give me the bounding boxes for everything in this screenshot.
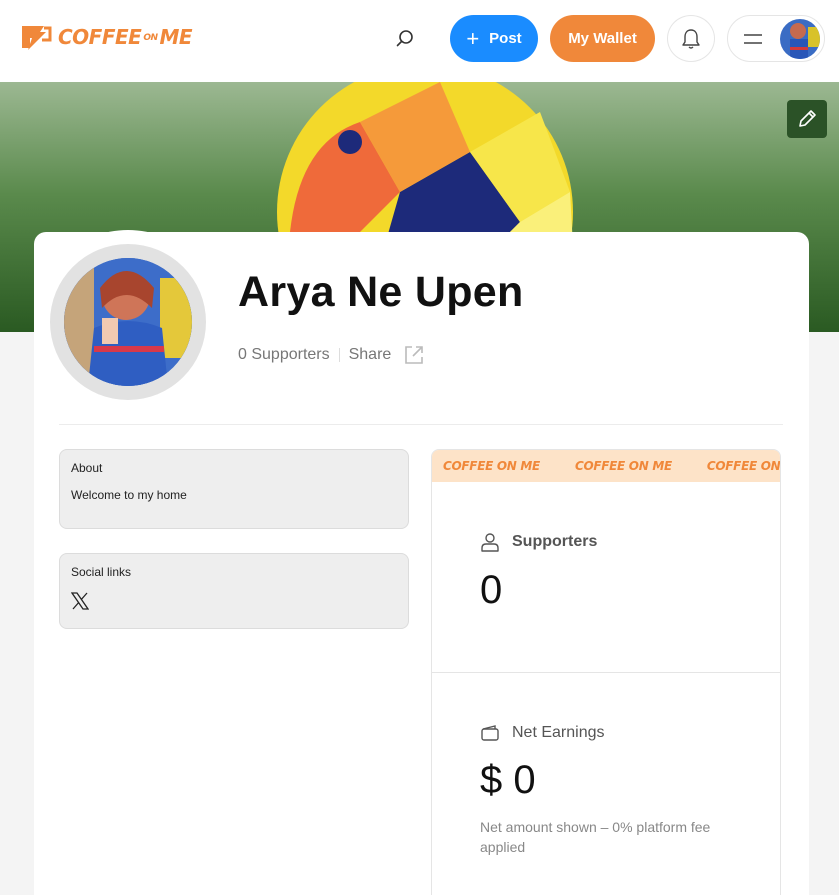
supporters-stat: Supporters 0 (432, 532, 780, 613)
search-button[interactable] (388, 22, 422, 56)
external-link-icon (405, 346, 424, 364)
search-icon (396, 30, 413, 47)
supporters-count: 0 Supporters (238, 346, 330, 363)
profile-meta: 0 Supporters Share (238, 344, 425, 366)
plus-icon: + (466, 25, 480, 51)
brand-ticker: COFFEE ON ME COFFEE ON ME COFFEE ON ME (432, 450, 780, 482)
about-section: About Welcome to my home (59, 449, 409, 529)
net-earnings-stat-value: $ 0 (480, 758, 536, 802)
supporters-stat-header: Supporters (480, 532, 780, 552)
social-links-title: Social links (71, 565, 132, 579)
social-links-section: Social links (59, 553, 409, 629)
bell-icon (682, 28, 700, 49)
post-button-label: Post (489, 30, 522, 47)
user-avatar (780, 19, 820, 59)
stats-panel: COFFEE ON ME COFFEE ON ME COFFEE ON ME S… (431, 449, 781, 895)
net-earnings-note: Net amount shown – 0% platform fee appli… (480, 819, 711, 855)
profile-name: Arya Ne Upen (238, 268, 524, 316)
meta-separator (338, 348, 340, 362)
stats-divider (432, 672, 780, 673)
section-divider (59, 424, 783, 425)
x-twitter-icon (70, 592, 90, 610)
top-header: COFFEE ON ME + Post My Wallet (0, 0, 839, 82)
net-earnings-stat: Net Earnings $ 0 Net amount shown – 0% p… (432, 724, 780, 857)
user-menu-button[interactable] (727, 15, 825, 62)
about-text: Welcome to my home (71, 488, 187, 502)
ticker-item: COFFEE ON ME (443, 459, 540, 473)
x-link[interactable] (70, 592, 91, 612)
pencil-icon (799, 110, 816, 127)
profile-card: Arya Ne Upen 0 Supporters Share About We… (34, 230, 809, 895)
net-earnings-stat-header: Net Earnings (480, 724, 780, 742)
ticker-item: COFFEE ON ME (574, 459, 672, 473)
wallet-icon (481, 725, 499, 741)
share-label: Share (348, 346, 392, 363)
ticker-item: COFFEE ON ME (706, 459, 780, 473)
my-wallet-label: My Wallet (568, 30, 637, 47)
about-title: About (71, 461, 103, 475)
hamburger-icon (744, 34, 762, 44)
user-icon (481, 533, 499, 552)
edit-cover-button[interactable] (787, 100, 827, 138)
share-button[interactable]: Share (349, 344, 426, 366)
notifications-button[interactable] (667, 15, 715, 62)
my-wallet-button[interactable]: My Wallet (550, 15, 655, 62)
profile-avatar[interactable] (64, 258, 192, 386)
supporters-stat-value: 0 (480, 568, 503, 612)
logo-icon (22, 26, 52, 50)
post-button[interactable]: + Post (450, 15, 538, 62)
logo-text: COFFEE ON ME (58, 25, 193, 49)
logo[interactable]: COFFEE ON ME (18, 22, 193, 52)
net-earnings-stat-label: Net Earnings (512, 724, 605, 741)
profile-avatar-ring (50, 244, 206, 400)
supporters-stat-label: Supporters (512, 533, 598, 550)
